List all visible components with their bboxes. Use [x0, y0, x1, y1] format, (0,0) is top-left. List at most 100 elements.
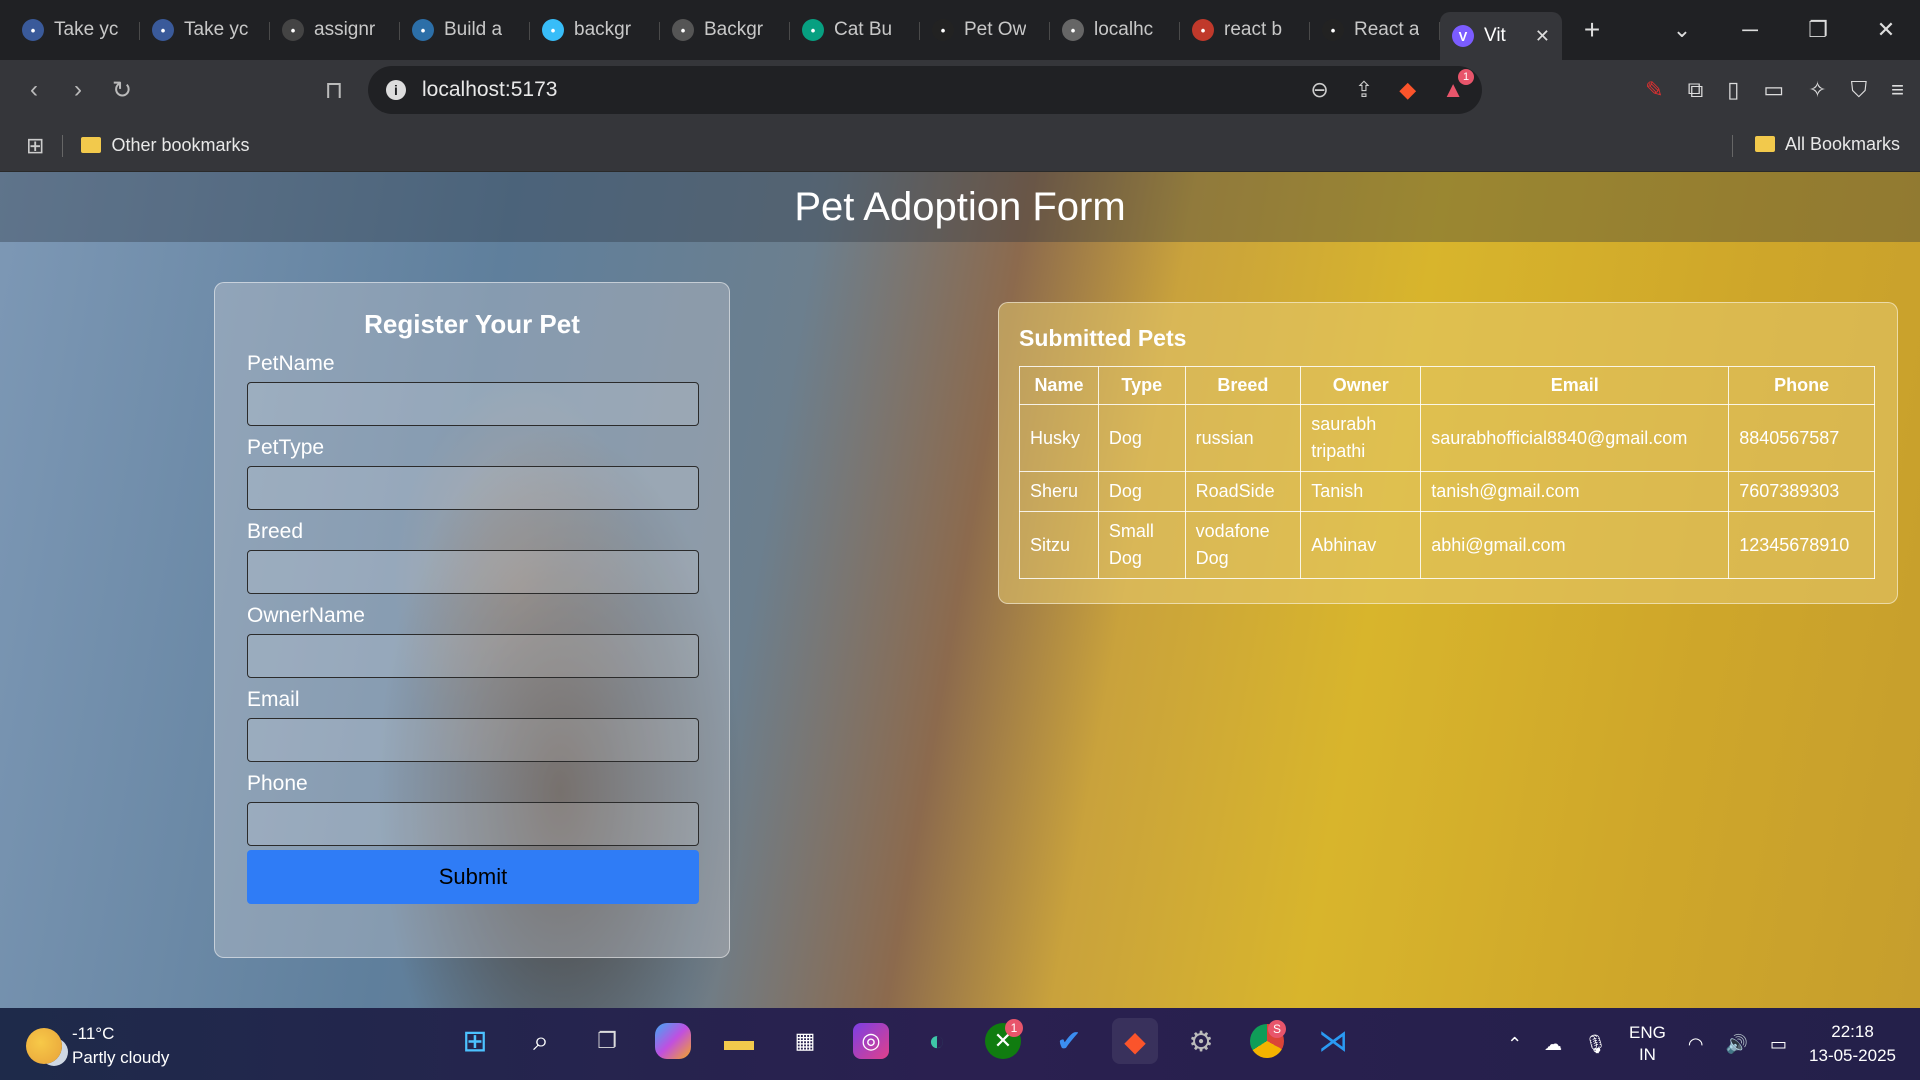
zoom-icon[interactable]: ⊖	[1310, 77, 1328, 103]
reload-button[interactable]: ↻	[100, 76, 144, 105]
pen-extension-icon[interactable]: ✎	[1645, 77, 1663, 103]
site-icon: •	[932, 19, 954, 41]
new-tab-button[interactable]: +	[1562, 14, 1622, 46]
all-bookmarks-folder[interactable]: All Bookmarks	[1731, 134, 1900, 157]
todo-icon[interactable]: ✔	[1046, 1018, 1092, 1064]
tailwind-icon: •	[542, 19, 564, 41]
address-bar[interactable]: i localhost:5173 ⊖ ⇪ ◆ ▲ 1	[368, 66, 1482, 114]
tab[interactable]: • Take yc	[140, 6, 270, 54]
table-cell: Small Dog	[1097, 511, 1186, 579]
tab[interactable]: • backgr	[530, 6, 660, 54]
battery-icon[interactable]: ▭	[1770, 1034, 1787, 1055]
tab-search-chevron-icon[interactable]: ⌄	[1648, 17, 1716, 43]
chevron-up-icon[interactable]: ⌃	[1507, 1034, 1522, 1055]
phone-input[interactable]	[247, 802, 699, 846]
restore-button[interactable]: ❐	[1784, 17, 1852, 43]
tab[interactable]: • localhc	[1050, 6, 1180, 54]
volume-icon[interactable]: 🔊	[1726, 1034, 1748, 1055]
field-label: Email	[247, 688, 300, 711]
tab[interactable]: • assignr	[270, 6, 400, 54]
search-icon[interactable]: ⌕	[518, 1018, 564, 1064]
table-row: Sitzu Small Dog vodafone Dog Abhinav abhi@gm…	[1019, 511, 1875, 579]
settings-icon[interactable]: ⚙	[1178, 1018, 1224, 1064]
pettype-input[interactable]	[247, 466, 699, 510]
clock-date: 13-05-2025	[1809, 1046, 1896, 1065]
column-header: Breed	[1184, 366, 1302, 405]
table-cell: saurabh tripathi	[1300, 404, 1422, 472]
table-cell: RoadSide	[1184, 471, 1302, 512]
table-cell: 8840567587	[1728, 404, 1875, 472]
wifi-icon[interactable]: ◠	[1688, 1034, 1704, 1055]
task-view-icon[interactable]: ❐	[584, 1018, 630, 1064]
breed-input[interactable]	[247, 550, 699, 594]
tab[interactable]: • Backgr	[660, 6, 790, 54]
other-bookmarks-folder[interactable]: Other bookmarks	[81, 135, 250, 156]
folder-icon	[81, 137, 102, 153]
back-button[interactable]: ‹	[12, 76, 56, 105]
ownername-input[interactable]	[247, 634, 699, 678]
tab[interactable]: • Pet Ow	[920, 6, 1050, 54]
edge-icon[interactable]: ◐	[914, 1018, 960, 1064]
file-explorer-icon[interactable]: ▬	[716, 1018, 762, 1064]
vite-icon: V	[1452, 25, 1474, 47]
site-info-icon[interactable]: i	[386, 80, 406, 100]
bookmark-icon[interactable]: ⊓	[312, 76, 356, 105]
column-header: Type	[1097, 366, 1186, 405]
tab[interactable]: • Take yc	[10, 6, 140, 54]
email-input[interactable]	[247, 718, 699, 762]
close-window-button[interactable]: ✕	[1852, 17, 1920, 43]
tab-label: backgr	[574, 19, 632, 40]
microphone-icon[interactable]: 🎙	[1584, 1034, 1607, 1055]
brave-rewards-icon[interactable]: ▲ 1	[1442, 69, 1474, 103]
copilot-icon[interactable]	[655, 1023, 691, 1059]
table-cell: russian	[1184, 404, 1302, 472]
windows-taskbar: -11°C Partly cloudy ⊞ ⌕ ❐ ▬ ▦ ◎ ◐ ✕ 1 ✔ ◆…	[0, 1008, 1920, 1080]
xbox-badge: 1	[1005, 1019, 1023, 1037]
instagram-icon[interactable]: ◎	[853, 1023, 889, 1059]
tab-active[interactable]: V Vit ✕	[1440, 12, 1562, 60]
openai-icon: •	[672, 19, 694, 41]
tab-label: Cat Bu	[834, 19, 893, 40]
store-icon[interactable]: ▦	[782, 1018, 828, 1064]
tab[interactable]: • React a	[1310, 6, 1440, 54]
avatar-icon: •	[152, 19, 174, 41]
vite-icon: •	[1062, 19, 1084, 41]
leo-ai-icon[interactable]: ✧	[1808, 77, 1826, 103]
apps-grid-icon[interactable]: ⊞	[26, 133, 44, 159]
url-text[interactable]: localhost:5173	[422, 78, 557, 102]
table-cell: Dog	[1097, 404, 1186, 472]
extensions-icon[interactable]: ⧉	[1688, 77, 1704, 103]
tab[interactable]: • Cat Bu	[790, 6, 920, 54]
clock[interactable]: 22:18 13-05-2025	[1809, 1020, 1896, 1068]
tab[interactable]: • Build a	[400, 6, 530, 54]
table-cell: Abhinav	[1300, 511, 1422, 579]
tab[interactable]: • react b	[1180, 6, 1310, 54]
bookmarks-bar: ⊞ Other bookmarks All Bookmarks	[0, 120, 1920, 172]
petname-input[interactable]	[247, 382, 699, 426]
chrome-icon[interactable]: S	[1250, 1020, 1286, 1058]
wallet-icon[interactable]: ▭	[1763, 77, 1784, 103]
vscode-icon[interactable]: ⋊	[1310, 1018, 1356, 1064]
forward-button[interactable]: ›	[56, 76, 100, 105]
close-tab-icon[interactable]: ✕	[1535, 26, 1550, 47]
vpn-icon[interactable]: ⛉	[1851, 77, 1868, 103]
xbox-icon[interactable]: ✕ 1	[985, 1019, 1023, 1059]
menu-icon[interactable]: ≡	[1891, 77, 1904, 103]
language-indicator[interactable]: ENG IN	[1629, 1022, 1666, 1066]
start-icon[interactable]: ⊞	[452, 1018, 498, 1064]
table-cell: Dog	[1097, 471, 1186, 512]
share-icon[interactable]: ⇪	[1355, 77, 1373, 103]
submit-button[interactable]: Submit	[247, 850, 699, 904]
brave-icon[interactable]: ◆	[1112, 1018, 1158, 1064]
rewards-badge: 1	[1458, 69, 1474, 85]
github-icon: •	[282, 19, 304, 41]
column-header: Owner	[1300, 366, 1422, 405]
table-cell: Sheru	[1019, 471, 1099, 512]
weather-widget[interactable]: -11°C Partly cloudy	[26, 1022, 169, 1070]
weather-temp: -11°C	[72, 1024, 115, 1043]
sidebar-icon[interactable]: ▯	[1727, 77, 1739, 103]
minimize-button[interactable]: ─	[1716, 17, 1784, 43]
brave-shield-icon[interactable]: ◆	[1399, 77, 1416, 103]
brave-search-icon: •	[1192, 19, 1214, 41]
onedrive-icon[interactable]: ☁	[1544, 1034, 1562, 1055]
